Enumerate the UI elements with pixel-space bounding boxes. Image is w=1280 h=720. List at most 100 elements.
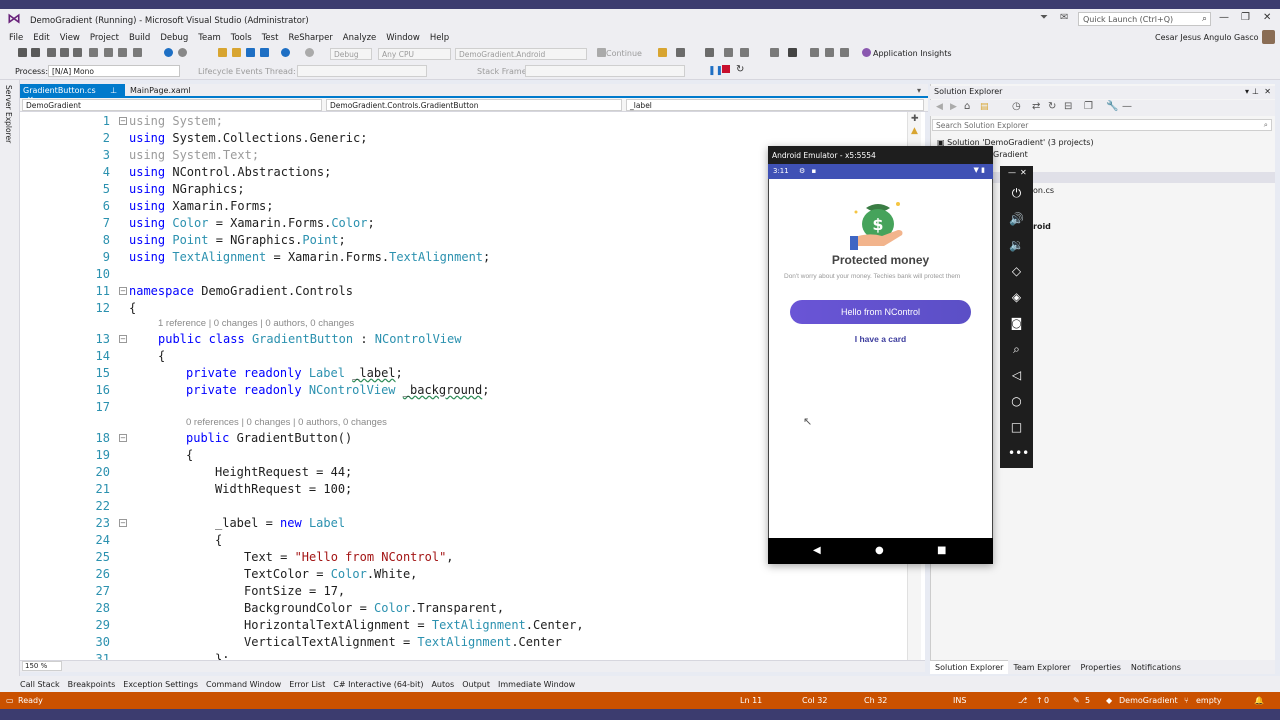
solution-explorer-search[interactable]: Search Solution Explorer ⌕ xyxy=(932,119,1272,131)
pin-panel-icon[interactable]: ⊥ xyxy=(1252,87,1259,96)
tab-autos[interactable]: Autos xyxy=(427,680,458,689)
copy-icon[interactable] xyxy=(118,48,127,57)
menu-view[interactable]: View xyxy=(55,33,85,43)
comment-icon[interactable] xyxy=(770,48,779,57)
tab-gradientbutton-cs[interactable]: GradientButton.cs ⊥ ✕ xyxy=(20,84,125,104)
undo-icon[interactable] xyxy=(281,48,290,57)
collapse-toggle[interactable]: − xyxy=(119,335,127,343)
status-column[interactable]: Col 32 xyxy=(802,696,827,705)
split-icon[interactable]: ✚ xyxy=(911,114,919,124)
avatar[interactable] xyxy=(1262,30,1275,44)
tab-output[interactable]: Output xyxy=(458,680,494,689)
grid-icon[interactable] xyxy=(705,48,714,57)
status-line[interactable]: Ln 11 xyxy=(740,696,762,705)
status-changes-count[interactable]: 5 xyxy=(1085,696,1090,705)
zoom-icon[interactable]: ⌕ xyxy=(1008,342,1025,357)
pending-changes-icon[interactable]: ◷ xyxy=(1012,101,1021,112)
folder-icon[interactable] xyxy=(218,48,227,57)
configuration-select[interactable]: Debug xyxy=(330,48,372,60)
tab-error-list[interactable]: Error List xyxy=(285,680,329,689)
menu-analyze[interactable]: Analyze xyxy=(338,33,382,43)
rotate-right-icon[interactable]: ◈ xyxy=(1008,290,1025,304)
menu-test[interactable]: Test xyxy=(257,33,284,43)
forward-icon[interactable] xyxy=(31,48,40,57)
startup-project-select[interactable]: DemoGradient.Android xyxy=(455,48,587,60)
volume-down-icon[interactable]: 🔉 xyxy=(1008,238,1025,252)
menu-window[interactable]: Window xyxy=(381,33,425,43)
tab-solution-explorer[interactable]: Solution Explorer xyxy=(930,660,1009,674)
edit-icon[interactable]: ✎ xyxy=(1073,696,1080,705)
push-icon[interactable]: ↑ xyxy=(1036,696,1043,705)
collapse-all-icon[interactable]: ⊟ xyxy=(1064,101,1072,112)
type-dropdown[interactable]: DemoGradient.Controls.GradientButton xyxy=(326,99,622,111)
collapse-toggle[interactable]: − xyxy=(119,434,127,442)
zoom-select[interactable]: 150 % xyxy=(22,661,62,671)
stack-frame-select[interactable] xyxy=(525,65,685,77)
camera-icon[interactable]: ◙ xyxy=(1008,316,1025,330)
branch-icon[interactable]: ⑂ xyxy=(1184,696,1189,705)
restore-icon[interactable]: ❐ xyxy=(1241,12,1250,23)
back-icon[interactable]: ◁ xyxy=(1008,368,1025,382)
step-icon[interactable] xyxy=(676,48,685,57)
status-branch[interactable]: empty xyxy=(1196,696,1222,705)
tab-overflow-icon[interactable]: ▾ xyxy=(917,86,921,95)
process-select[interactable]: [N/A] Mono xyxy=(48,65,180,77)
android-back-icon[interactable]: ◀ xyxy=(813,545,821,556)
filter-icon[interactable]: ⏷ xyxy=(1040,12,1048,23)
properties-icon[interactable]: 🔧 xyxy=(1106,101,1118,112)
thread-select[interactable] xyxy=(297,65,427,77)
switch-views-icon[interactable]: ▤ xyxy=(980,102,989,112)
tab-exception-settings[interactable]: Exception Settings xyxy=(119,680,202,689)
collapse-toggle[interactable]: − xyxy=(119,519,127,527)
android-home-icon[interactable]: ● xyxy=(875,545,884,556)
rotate-left-icon[interactable]: ◇ xyxy=(1008,264,1025,278)
menu-tools[interactable]: Tools xyxy=(226,33,257,43)
menu-file[interactable]: File xyxy=(4,33,28,43)
restart-icon[interactable]: ↻ xyxy=(736,64,744,75)
paste-icon[interactable] xyxy=(133,48,142,57)
redo-icon[interactable] xyxy=(305,48,314,57)
more-icon[interactable]: ••• xyxy=(1008,446,1029,460)
tab-call-stack[interactable]: Call Stack xyxy=(16,680,64,689)
cut-icon[interactable] xyxy=(104,48,113,57)
tab-command-window[interactable]: Command Window xyxy=(202,680,285,689)
tab-immediate-window[interactable]: Immediate Window xyxy=(494,680,579,689)
search-icon[interactable]: ⌕ xyxy=(1202,14,1207,24)
back-icon[interactable] xyxy=(18,48,27,57)
hot-reload-icon[interactable] xyxy=(658,48,667,57)
tree-item[interactable]: on.cs xyxy=(1033,186,1054,195)
user-name[interactable]: Cesar Jesus Angulo Gasco xyxy=(1155,33,1259,42)
save-all-icon[interactable] xyxy=(89,48,98,57)
home-icon[interactable]: ⌂ xyxy=(964,101,970,112)
collapse-toggle[interactable]: − xyxy=(119,287,127,295)
repo-icon[interactable]: ◆ xyxy=(1106,696,1112,705)
search-icon[interactable]: ⌕ xyxy=(1264,120,1268,130)
show-all-files-icon[interactable]: ❐ xyxy=(1084,101,1093,112)
continue-icon[interactable] xyxy=(597,48,606,57)
codelens-constructor[interactable]: 0 references | 0 changes | 0 authors, 0 … xyxy=(186,417,387,428)
notification-bell-icon[interactable]: 🔔 xyxy=(1254,696,1264,705)
volume-up-icon[interactable]: 🔊 xyxy=(1008,212,1025,226)
align-icon[interactable] xyxy=(724,48,733,57)
bookmark-icon[interactable] xyxy=(788,48,797,57)
source-control-icon[interactable]: ⎇ xyxy=(1018,696,1027,705)
menu-build[interactable]: Build xyxy=(124,33,155,43)
panel-options-icon[interactable]: ▾ xyxy=(1245,87,1249,96)
selected-tree-row[interactable] xyxy=(993,172,1275,183)
tab-breakpoints[interactable]: Breakpoints xyxy=(64,680,120,689)
open-icon[interactable] xyxy=(60,48,69,57)
menu-help[interactable]: Help xyxy=(425,33,454,43)
hello-from-ncontrol-button[interactable]: Hello from NControl xyxy=(790,300,971,324)
server-explorer-tab[interactable]: Server Explorer xyxy=(4,85,13,143)
member-dropdown[interactable]: _label xyxy=(626,99,924,111)
refresh-icon[interactable]: ↻ xyxy=(1048,101,1056,112)
status-repo[interactable]: DemoGradient xyxy=(1119,696,1178,705)
application-insights-button[interactable]: Application Insights xyxy=(873,49,952,58)
nav-back-icon[interactable] xyxy=(164,48,173,57)
status-insert-mode[interactable]: INS xyxy=(953,696,966,705)
back-icon[interactable]: ◀ xyxy=(936,102,943,112)
close-icon[interactable]: ✕ xyxy=(1020,168,1027,177)
forward-icon[interactable]: ▶ xyxy=(950,102,957,112)
tab-mainpage-xaml[interactable]: MainPage.xaml xyxy=(128,84,218,98)
sync-icon[interactable]: ⇄ xyxy=(1032,101,1040,112)
